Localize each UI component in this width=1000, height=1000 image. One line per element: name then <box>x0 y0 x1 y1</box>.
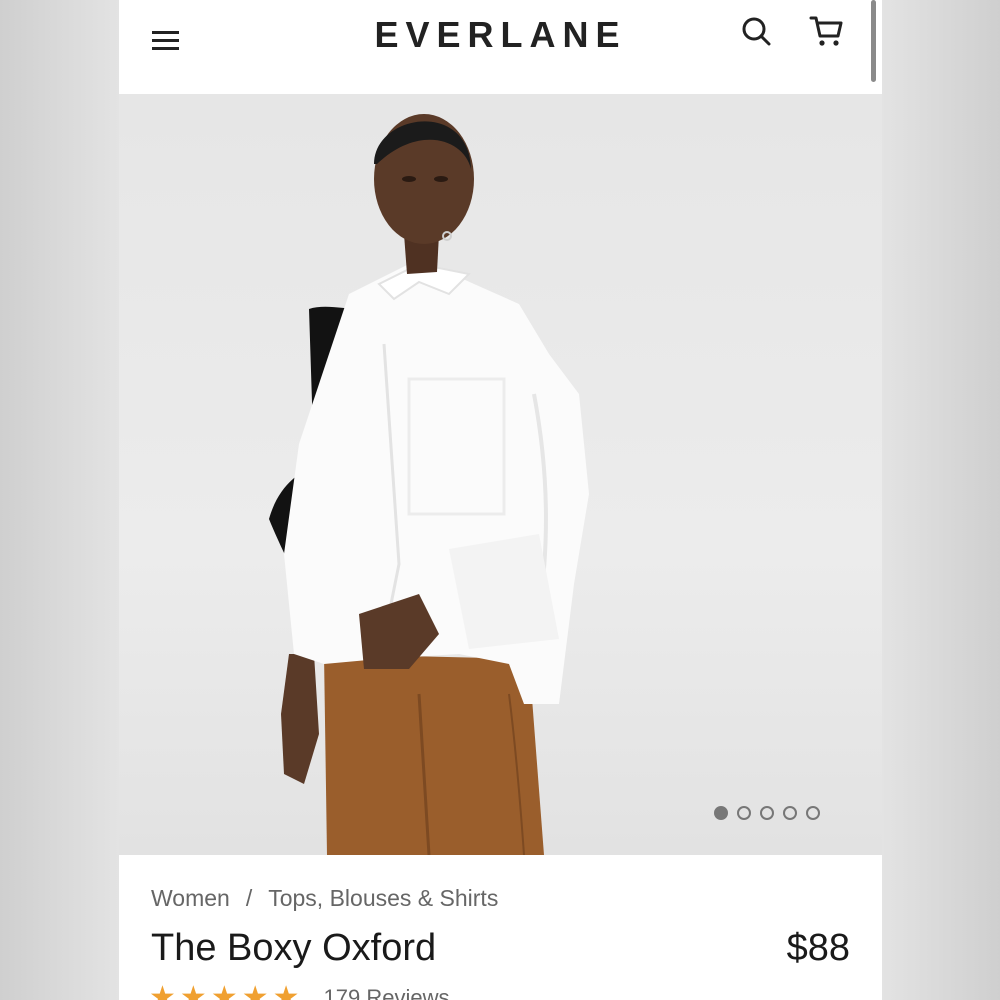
product-photo <box>269 114 589 855</box>
breadcrumb: Women / Tops, Blouses & Shirts <box>151 885 498 912</box>
breadcrumb-separator: / <box>245 885 253 911</box>
carousel-dot[interactable] <box>783 806 797 820</box>
product-price: $88 <box>786 927 850 969</box>
carousel-dot[interactable] <box>760 806 774 820</box>
scrollbar[interactable] <box>871 0 876 82</box>
product-info: Women / Tops, Blouses & Shirts The Boxy … <box>119 855 882 1000</box>
carousel-indicators <box>714 806 820 826</box>
mobile-page: EVERLANE Women / Tops, Blouses & Shirts … <box>119 0 882 1000</box>
site-header: EVERLANE <box>119 0 882 94</box>
product-title: The Boxy Oxford <box>151 927 437 969</box>
backdrop-left <box>0 0 119 1000</box>
star-icon: ★ <box>272 981 300 1000</box>
carousel-dot[interactable] <box>714 806 728 820</box>
search-icon <box>742 17 771 46</box>
star-icon: ★ <box>210 981 238 1000</box>
star-icon: ★ <box>179 981 207 1000</box>
search-button[interactable] <box>739 14 775 50</box>
reviews-link[interactable]: 179 Reviews <box>324 985 450 1000</box>
breadcrumb-tops-blouses-shirts[interactable]: Tops, Blouses & Shirts <box>268 885 498 912</box>
breadcrumb-women[interactable]: Women <box>151 885 230 912</box>
product-rating[interactable]: ★ ★ ★ ★ ★ 179 Reviews <box>149 983 449 1000</box>
carousel-dot[interactable] <box>806 806 820 820</box>
cart-button[interactable] <box>807 12 847 52</box>
star-icon: ★ <box>149 981 176 1000</box>
product-image-gallery[interactable] <box>119 94 882 855</box>
backdrop-right <box>882 0 1000 1000</box>
cart-icon <box>809 16 843 46</box>
star-icon: ★ <box>241 981 269 1000</box>
carousel-dot[interactable] <box>737 806 751 820</box>
rating-stars: ★ ★ ★ ★ ★ <box>149 983 300 1000</box>
